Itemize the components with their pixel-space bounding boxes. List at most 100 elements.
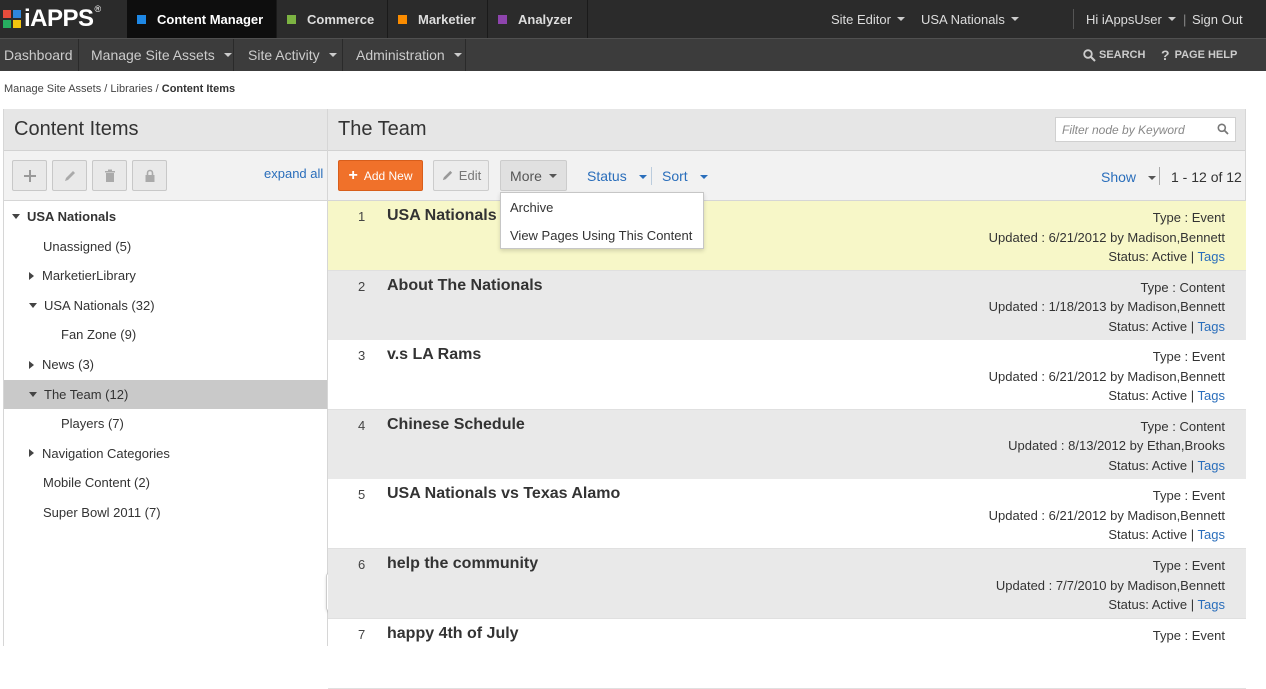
- content-row[interactable]: 4 Chinese Schedule Type : Content Updated :…: [328, 409, 1246, 480]
- row-title[interactable]: About The Nationals: [387, 277, 543, 295]
- content-row[interactable]: 3 v.s LA Rams Type : Event Updated : 6/21/2…: [328, 340, 1246, 411]
- chevron-down-icon: [223, 53, 232, 57]
- user-menu[interactable]: Hi iAppsUser: [1086, 0, 1176, 38]
- site-selector-dropdown[interactable]: USA Nationals: [921, 0, 1019, 38]
- row-tags-link[interactable]: Tags: [1198, 458, 1225, 473]
- chevron-down-icon: [1167, 17, 1176, 21]
- app-tab-commerce[interactable]: Commerce: [277, 0, 388, 38]
- sort-dropdown[interactable]: Sort: [662, 168, 708, 184]
- row-number: 1: [358, 209, 366, 224]
- expand-all-link[interactable]: expand all: [264, 166, 323, 181]
- row-type: Type : Event: [1152, 488, 1225, 504]
- panel-title: The Team: [338, 118, 427, 140]
- tree-node[interactable]: Navigation Categories: [4, 439, 327, 468]
- content-row[interactable]: 1 USA Nationals Type : Event Updated : 6/21…: [328, 201, 1246, 271]
- logo-text: iAPPS: [24, 5, 94, 32]
- row-meta: Type : Event Updated : 6/21/2012 by Madis…: [989, 208, 1225, 267]
- menu-item-archive[interactable]: Archive: [510, 200, 553, 215]
- show-dropdown[interactable]: Show: [1101, 169, 1156, 185]
- row-meta: Type : Event: [1153, 626, 1225, 646]
- chevron-down-icon: [699, 175, 708, 180]
- row-title[interactable]: happy 4th of July: [387, 625, 519, 643]
- tree-node[interactable]: Super Bowl 2011 (7): [4, 498, 327, 527]
- content-list-panel: The Team Filter node by Keyword + Add Ne…: [328, 109, 1246, 689]
- add-new-button[interactable]: + Add New: [338, 160, 423, 191]
- app-tab-marketier[interactable]: Marketier: [388, 0, 488, 38]
- row-tags-link[interactable]: Tags: [1198, 597, 1225, 612]
- chevron-down-icon: [638, 175, 647, 180]
- row-type: Type : Content: [1140, 279, 1225, 295]
- row-status-text: Status: Active |: [1108, 318, 1195, 334]
- nav-manage-site-assets[interactable]: Manage Site Assets: [79, 39, 234, 71]
- row-title[interactable]: v.s LA Rams: [387, 346, 481, 364]
- row-status: Status: Active | Tags: [996, 595, 1225, 615]
- app-tab-analyzer[interactable]: Analyzer: [488, 0, 588, 38]
- row-title[interactable]: USA Nationals: [387, 207, 497, 225]
- row-title[interactable]: Chinese Schedule: [387, 416, 525, 434]
- add-node-button[interactable]: [12, 160, 47, 191]
- lock-node-button[interactable]: [132, 160, 167, 191]
- search-link[interactable]: SEARCH: [1083, 39, 1145, 71]
- content-row[interactable]: 6 help the community Type : Event Updated :…: [328, 549, 1246, 619]
- user-greeting: Hi iAppsUser: [1086, 11, 1162, 27]
- iapps-logo[interactable]: iAPPS ®: [3, 4, 101, 34]
- tree-node-label: Unassigned (5): [43, 238, 132, 254]
- row-updated: Updated : 1/18/2013 by Madison,Bennett: [988, 299, 1225, 315]
- expanded-arrow-icon[interactable]: [12, 214, 20, 219]
- content-row[interactable]: 2 About The Nationals Type : Content Update…: [328, 270, 1246, 341]
- content-row[interactable]: 5 USA Nationals vs Texas Alamo Type : Even…: [328, 479, 1246, 550]
- expanded-arrow-icon[interactable]: [29, 391, 37, 397]
- tree-node[interactable]: USA Nationals: [4, 202, 327, 231]
- app-tab-content-manager[interactable]: Content Manager: [127, 0, 277, 38]
- collapsed-arrow-icon[interactable]: [29, 449, 34, 458]
- edit-node-button[interactable]: [52, 160, 87, 191]
- row-tags-link[interactable]: Tags: [1198, 388, 1225, 403]
- panel-header: Content Items: [4, 109, 327, 151]
- tree-node[interactable]: Players (7): [4, 409, 327, 438]
- edit-button[interactable]: Edit: [433, 160, 489, 191]
- page-help-link[interactable]: ? PAGE HELP: [1161, 39, 1237, 71]
- more-button[interactable]: More: [500, 160, 567, 191]
- filter-keyword-input[interactable]: Filter node by Keyword: [1055, 117, 1236, 142]
- breadcrumb-current: Content Items: [161, 83, 236, 95]
- tree-node[interactable]: Fan Zone (9): [4, 320, 327, 349]
- content-row[interactable]: 7 happy 4th of July Type : Event: [328, 618, 1246, 689]
- menu-item-view-pages[interactable]: View Pages Using This Content: [510, 228, 692, 243]
- row-title[interactable]: help the community: [387, 555, 538, 573]
- row-type: Type : Event: [1152, 349, 1225, 365]
- tree-node[interactable]: Unassigned (5): [4, 232, 327, 261]
- collapsed-arrow-icon[interactable]: [29, 360, 34, 369]
- row-number: 6: [358, 557, 366, 572]
- sign-out-link[interactable]: Sign Out: [1192, 0, 1243, 38]
- row-meta: Type : Event Updated : 7/7/2010 by Madiso…: [996, 556, 1225, 615]
- row-tags-link[interactable]: Tags: [1198, 319, 1225, 334]
- list-toolbar: + Add New Edit More Status Sort Show 1 -…: [328, 151, 1245, 201]
- breadcrumb-libraries[interactable]: Libraries /: [110, 83, 158, 95]
- row-title[interactable]: USA Nationals vs Texas Alamo: [387, 485, 620, 503]
- plus-icon: +: [348, 166, 358, 184]
- chevron-down-icon: [1010, 17, 1019, 21]
- nav-dashboard[interactable]: Dashboard: [0, 39, 79, 71]
- tree-node-label: The Team (12): [44, 386, 129, 402]
- site-editor-dropdown[interactable]: Site Editor: [831, 0, 905, 38]
- breadcrumb-manage-site-assets[interactable]: Manage Site Assets /: [4, 83, 107, 95]
- status-filter-dropdown[interactable]: Status: [587, 168, 647, 184]
- tree-node[interactable]: MarketierLibrary: [4, 261, 327, 290]
- nav-site-activity[interactable]: Site Activity: [234, 39, 343, 71]
- row-updated: Updated : 8/13/2012 by Ethan,Brooks: [1008, 438, 1225, 454]
- app-tab-label: Content Manager: [157, 11, 264, 27]
- expanded-arrow-icon[interactable]: [29, 302, 37, 308]
- tree-node[interactable]: News (3): [4, 350, 327, 379]
- tree-node[interactable]: The Team (12): [4, 379, 327, 409]
- filter-placeholder: Filter node by Keyword: [1062, 122, 1185, 137]
- row-updated: Updated : 6/21/2012 by Madison,Bennett: [988, 229, 1225, 245]
- pagination-count: 1 - 12 of 12: [1171, 169, 1242, 185]
- nav-administration[interactable]: Administration: [343, 39, 466, 71]
- row-tags-link[interactable]: Tags: [1198, 527, 1225, 542]
- tree-node[interactable]: Mobile Content (2): [4, 468, 327, 497]
- delete-node-button[interactable]: [92, 160, 127, 191]
- row-tags-link[interactable]: Tags: [1198, 249, 1225, 264]
- page-help-label: PAGE HELP: [1174, 49, 1238, 61]
- collapsed-arrow-icon[interactable]: [29, 271, 34, 280]
- tree-node[interactable]: USA Nationals (32): [4, 291, 327, 320]
